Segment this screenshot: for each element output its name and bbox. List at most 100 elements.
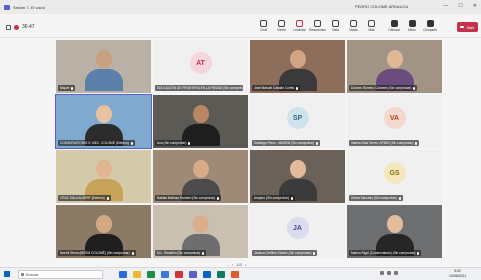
- volume-icon[interactable]: [387, 271, 391, 275]
- participant-name-label: EDUCACIÓN DE FRONTERA EN LA PIEDAD (Sin …: [155, 85, 243, 91]
- timer-text: 36:47: [22, 24, 35, 30]
- taskbar-app-icon[interactable]: [119, 271, 127, 278]
- toolbar-people-button[interactable]: Gente: [274, 20, 289, 32]
- participant-avatar: SP: [286, 107, 309, 130]
- mic-off-icon: [130, 141, 133, 145]
- participant-name: Santiago Pérez - MASEM (Sin comprobar): [254, 141, 315, 145]
- toolbar-button-label: Levantar: [293, 28, 306, 32]
- taskbar-app-icon[interactable]: [133, 271, 141, 278]
- chat-icon: [260, 20, 267, 27]
- mic-off-icon: [290, 196, 293, 200]
- shield-icon: [6, 24, 11, 30]
- window-controls: — ☐ ✕: [443, 3, 477, 9]
- view-icon: [332, 20, 339, 27]
- window-center-title: PEDRO COLOMÉ ARDAUCA: [355, 4, 409, 9]
- search-icon: [21, 272, 24, 276]
- notes-icon: [350, 20, 357, 27]
- participant-name: Ana (Sin comprobar): [157, 141, 187, 145]
- toolbar-button-label: Gente: [277, 28, 286, 32]
- participant-tile[interactable]: GS Gema Sánchez (Sin comprobar): [347, 150, 442, 203]
- participant-avatar: VA: [383, 107, 406, 130]
- windows-start-icon[interactable]: [4, 271, 10, 277]
- maximize-button[interactable]: ☐: [458, 3, 462, 9]
- participant-tile[interactable]: Noemi Sierra (MEEM COLOMÉ) (Sin comproba…: [56, 205, 151, 258]
- participant-avatar: AT: [189, 52, 212, 75]
- participant-name: EDUCACIÓN DE FRONTERA EN LA PIEDAD (Sin …: [157, 86, 243, 90]
- toolbar-more-button[interactable]: Más: [364, 20, 379, 32]
- taskbar-app-icon[interactable]: [217, 271, 225, 278]
- media-controls: Cámara Micro Compartir: [387, 20, 437, 32]
- taskbar-app-icon[interactable]: [161, 271, 169, 278]
- windows-taskbar: Buscar 9:02 10/06/2021: [0, 267, 481, 280]
- participant-name-label: Gema Sánchez (Sin comprobar): [349, 195, 403, 201]
- leave-button[interactable]: Salir: [457, 22, 478, 32]
- window-titlebar: Sesión 7. El vacío PEDRO COLOMÉ ARDAUCA …: [0, 0, 481, 14]
- phone-icon: [460, 26, 465, 28]
- taskbar-clock[interactable]: 9:02 10/06/2021: [449, 269, 466, 279]
- toolbar-button-label: Más: [368, 28, 375, 32]
- taskbar-search[interactable]: Buscar: [18, 269, 103, 279]
- participant-name-label: M.L. Rosallón (Sin comprobar): [155, 250, 207, 256]
- taskbar-app-icon[interactable]: [189, 271, 197, 278]
- participant-name: Jessica Grefiles Gómez (Sin comprobar): [254, 251, 312, 255]
- participant-name: CONSERVATORIO S. MEC. COLOMÉ (Externo): [60, 141, 129, 145]
- participant-name: Miquel: [60, 86, 70, 90]
- participant-tile[interactable]: VA Valeria Díaz Torres, APIMO (Sin compro…: [347, 95, 442, 148]
- participant-name-label: CONSERVATORIO S. MEC. COLOMÉ (Externo): [58, 140, 135, 146]
- participant-name: Marina Rigol (Conservatorio) (Sin compro…: [351, 251, 416, 255]
- mic-off-icon: [313, 251, 316, 255]
- network-icon[interactable]: [380, 271, 384, 275]
- participant-tile[interactable]: Ana (Sin comprobar): [153, 95, 248, 148]
- toolbar-notes-button[interactable]: Notas: [346, 20, 361, 32]
- participant-name-label: Ana (Sin comprobar): [155, 140, 193, 146]
- meeting-toolbar: 36:47 Chat Gente Levantar Reacciones Vista No…: [0, 14, 481, 38]
- participant-name: Valeria Díaz Torres, APIMO (Sin comproba…: [351, 141, 414, 145]
- taskbar-app-icon[interactable]: [147, 271, 155, 278]
- search-placeholder: Buscar: [26, 271, 39, 277]
- participant-tile[interactable]: Dolores Romero Colomés (Sin comprobar): [347, 40, 442, 93]
- system-tray: [380, 271, 398, 275]
- clock-date: 10/06/2021: [449, 274, 466, 278]
- participant-tile[interactable]: JA Jessica Grefiles Gómez (Sin comprobar): [250, 205, 345, 258]
- mic-off-icon: [106, 196, 109, 200]
- participant-name: M.L. Rosallón (Sin comprobar): [157, 251, 201, 255]
- participant-avatar: JA: [286, 217, 309, 240]
- participant-tile[interactable]: Marina Rigol (Conservatorio) (Sin compro…: [347, 205, 442, 258]
- participant-tile[interactable]: SP Santiago Pérez - MASEM (Sin comprobar): [250, 95, 345, 148]
- participant-name-label: Marina Rigol (Conservatorio) (Sin compro…: [349, 250, 422, 256]
- mic-toggle-button[interactable]: Micro: [405, 20, 419, 32]
- participant-tile[interactable]: CONSERVATORIO S. MEC. COLOMÉ (Externo): [55, 94, 152, 149]
- toolbar-chat-button[interactable]: Chat: [256, 20, 271, 32]
- participant-tile[interactable]: AT EDUCACIÓN DE FRONTERA EN LA PIEDAD (Si…: [153, 40, 248, 93]
- minimize-button[interactable]: —: [443, 3, 448, 9]
- toolbar-button-label: Chat: [260, 28, 267, 32]
- toolbar-reactions-button[interactable]: Reacciones: [309, 20, 326, 32]
- toolbar-button-label: Reacciones: [309, 28, 326, 32]
- participant-name-label: Jessica Grefiles Gómez (Sin comprobar): [252, 250, 318, 256]
- taskbar-app-icon[interactable]: [203, 271, 211, 278]
- toolbar-raise-hand-button[interactable]: Levantar: [292, 20, 307, 32]
- titlebar-left: Sesión 7. El vacío: [0, 4, 45, 10]
- mic-off-icon: [398, 196, 401, 200]
- participant-tile[interactable]: Miquel: [56, 40, 151, 93]
- mic-off-icon: [131, 251, 134, 255]
- participant-name: Gema Sánchez (Sin comprobar): [351, 196, 397, 200]
- toolbar-view-button[interactable]: Vista: [328, 20, 343, 32]
- participant-tile[interactable]: CRUZ SALA ALBERT (Externo): [56, 150, 151, 203]
- participant-name: Dolores Romero Colomés (Sin comprobar): [351, 86, 412, 90]
- share-toggle-button[interactable]: Compartir: [423, 20, 437, 32]
- taskbar-app-icon[interactable]: [175, 271, 183, 278]
- participant-tile[interactable]: Amparo (Sin comprobar): [250, 150, 345, 203]
- participant-avatar: GS: [383, 162, 406, 185]
- participant-name-label: Amparo (Sin comprobar): [252, 195, 295, 201]
- participant-tile[interactable]: José Manuel Catalán Cortés: [250, 40, 345, 93]
- participant-tile[interactable]: Natalia Mañosa Romero (Sin comprobar): [153, 150, 248, 203]
- close-window-button[interactable]: ✕: [473, 3, 477, 9]
- participant-name: Noemi Sierra (MEEM COLOMÉ) (Sin comproba…: [60, 251, 130, 255]
- taskbar-app-icon[interactable]: [231, 271, 239, 278]
- participant-name-label: Noemi Sierra (MEEM COLOMÉ) (Sin comproba…: [58, 250, 136, 256]
- people-icon: [278, 20, 285, 27]
- participant-tile[interactable]: M.L. Rosallón (Sin comprobar): [153, 205, 248, 258]
- camera-toggle-button[interactable]: Cámara: [387, 20, 401, 32]
- battery-icon[interactable]: [394, 271, 398, 275]
